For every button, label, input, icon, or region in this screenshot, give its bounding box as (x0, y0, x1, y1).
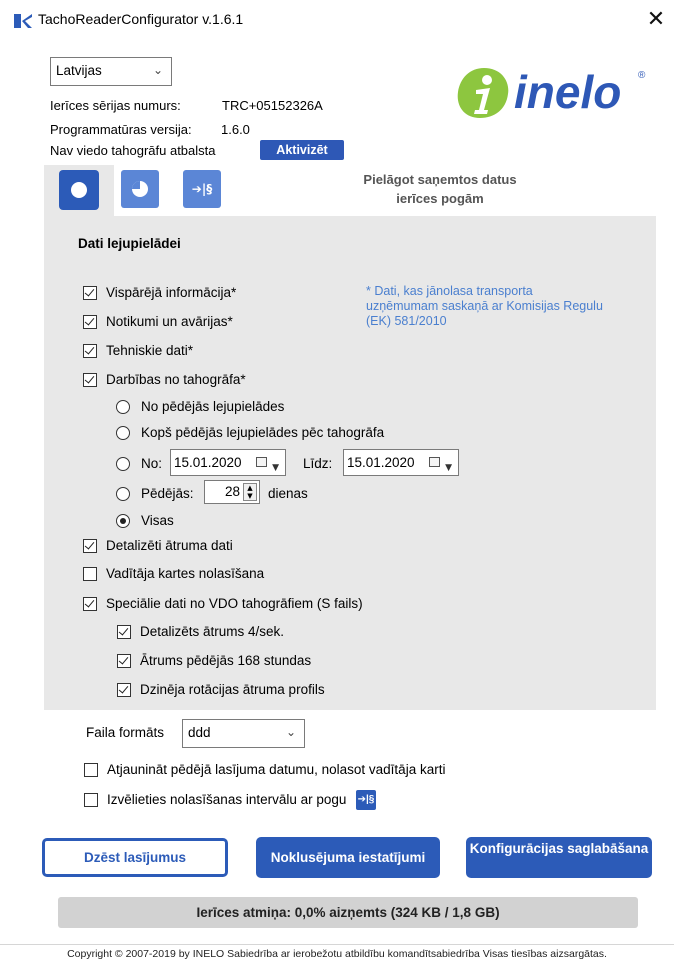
technical-data-checkbox[interactable] (83, 344, 97, 358)
language-select[interactable]: Latvijas ⌄ (50, 57, 172, 86)
driver-card-checkbox[interactable] (83, 567, 97, 581)
smart-tacho-label: Nav viedo tahogrāfu atbalsta (50, 143, 216, 158)
vdo-rpm-checkbox[interactable] (117, 683, 131, 697)
rules-icon: ➔|§ (191, 182, 213, 196)
activities-checkbox[interactable] (83, 373, 97, 387)
interval-checkbox[interactable] (84, 793, 98, 807)
window-title: TachoReaderConfigurator v.1.6.1 (38, 11, 244, 27)
to-date-field[interactable]: 15.01.2020 ▼ (343, 449, 459, 476)
calendar-icon (256, 457, 267, 467)
clear-readings-button[interactable]: Dzēst lasījumus (42, 838, 228, 877)
last-days-radio[interactable] (116, 487, 130, 501)
file-format-label: Faila formāts (86, 725, 165, 740)
last-days-value: 28 (225, 484, 241, 499)
default-settings-button[interactable]: Noklusējuma iestatījumi (256, 837, 440, 878)
memory-status-bar: Ierīces atmiņa: 0,0% aizņemts (324 KB / … (58, 897, 638, 928)
vdo-speed4-checkbox[interactable] (117, 625, 131, 639)
rules-icon: ➔|§ (356, 790, 376, 810)
from-date-radio[interactable] (116, 457, 130, 471)
vdo-data-label: Speciālie dati no VDO tahogrāfiem (S fai… (106, 596, 363, 611)
since-last-tacho-radio[interactable] (116, 426, 130, 440)
record-icon (71, 182, 87, 198)
chevron-down-icon: ⌄ (152, 63, 163, 77)
vdo-speed4-label: Detalizēts ātrums 4/sek. (140, 624, 285, 639)
panel-note: * Dati, kas jānolasa transporta uzņēmuma… (366, 284, 603, 328)
save-configuration-button[interactable]: Konfigurācijas saglabāšana (466, 837, 652, 878)
tab-button-rules[interactable]: ➔|§ (183, 170, 221, 208)
vdo-168h-checkbox[interactable] (117, 654, 131, 668)
vdo-168h-label: Ātrums pēdējās 168 stundas (140, 653, 312, 668)
from-label: No: (141, 456, 163, 471)
inelo-logo: inelo ® (457, 66, 646, 118)
vdo-data-checkbox[interactable] (83, 597, 97, 611)
tab-hint-text: Pielāgot saņemtos datus ierīces pogām (363, 172, 517, 206)
clock-icon (132, 181, 148, 197)
since-last-tacho-label: Kopš pēdējās lejupielādes pēc tahogrāfa (141, 425, 385, 440)
file-format-select[interactable]: ddd ⌄ (182, 719, 305, 748)
close-button[interactable]: ✕ (640, 5, 672, 35)
all-label: Visas (141, 513, 174, 528)
chevron-down-icon: ⌄ (285, 725, 296, 739)
activate-button[interactable]: Aktivizēt (260, 140, 344, 160)
serial-label: Ierīces sērijas numurs: (50, 98, 181, 113)
to-label: Līdz: (303, 456, 333, 471)
events-label: Notikumi un avārijas* (106, 314, 233, 329)
update-date-label: Atjaunināt pēdējā lasījuma datumu, nolas… (107, 762, 446, 777)
serial-value: TRC+05152326A (222, 98, 323, 113)
detailed-speed-checkbox[interactable] (83, 539, 97, 553)
all-radio[interactable] (116, 514, 130, 528)
stepper-arrows-icon[interactable]: ▲ ▼ (243, 483, 257, 501)
firmware-label: Programmatūras versija: (50, 122, 192, 137)
calendar-icon (429, 457, 440, 467)
events-checkbox[interactable] (83, 315, 97, 329)
file-format-value: ddd (188, 725, 211, 740)
since-last-label: No pēdējās lejupielādes (141, 399, 285, 414)
dropdown-arrow-icon: ▼ (445, 463, 452, 473)
logo-text: inelo (514, 66, 621, 118)
to-date-value: 15.01.2020 (347, 455, 415, 470)
from-date-value: 15.01.2020 (174, 455, 242, 470)
panel-title: Dati lejupielādei (78, 236, 181, 251)
interval-label: Izvēlieties nolasīšanas intervālu ar pog… (107, 792, 347, 807)
dropdown-arrow-icon: ▼ (272, 463, 279, 473)
app-icon (14, 14, 32, 28)
technical-data-label: Tehniskie dati* (106, 343, 194, 358)
vdo-rpm-label: Dzinēja rotācijas ātruma profils (140, 682, 325, 697)
driver-card-label: Vadītāja kartes nolasīšana (106, 566, 265, 581)
general-info-label: Vispārējā informācija* (106, 285, 237, 300)
days-label: dienas (268, 486, 308, 501)
detailed-speed-label: Detalizēti ātruma dati (106, 538, 233, 553)
general-info-checkbox[interactable] (83, 286, 97, 300)
tab-time-range[interactable] (121, 170, 159, 208)
from-date-field[interactable]: 15.01.2020 ▼ (170, 449, 286, 476)
since-last-radio[interactable] (116, 400, 130, 414)
activities-label: Darbības no tahogrāfa* (106, 372, 246, 387)
firmware-value: 1.6.0 (221, 122, 250, 137)
update-date-checkbox[interactable] (84, 763, 98, 777)
footer-divider (0, 944, 674, 945)
registered-mark: ® (638, 70, 646, 81)
copyright-text: Copyright © 2007-2019 by INELO Sabiedrīb… (67, 948, 607, 960)
tab-download-data[interactable] (60, 171, 98, 209)
last-days-stepper[interactable]: 28 ▲ ▼ (204, 480, 260, 504)
last-days-label: Pēdējās: (141, 486, 194, 501)
language-select-value: Latvijas (56, 63, 102, 78)
